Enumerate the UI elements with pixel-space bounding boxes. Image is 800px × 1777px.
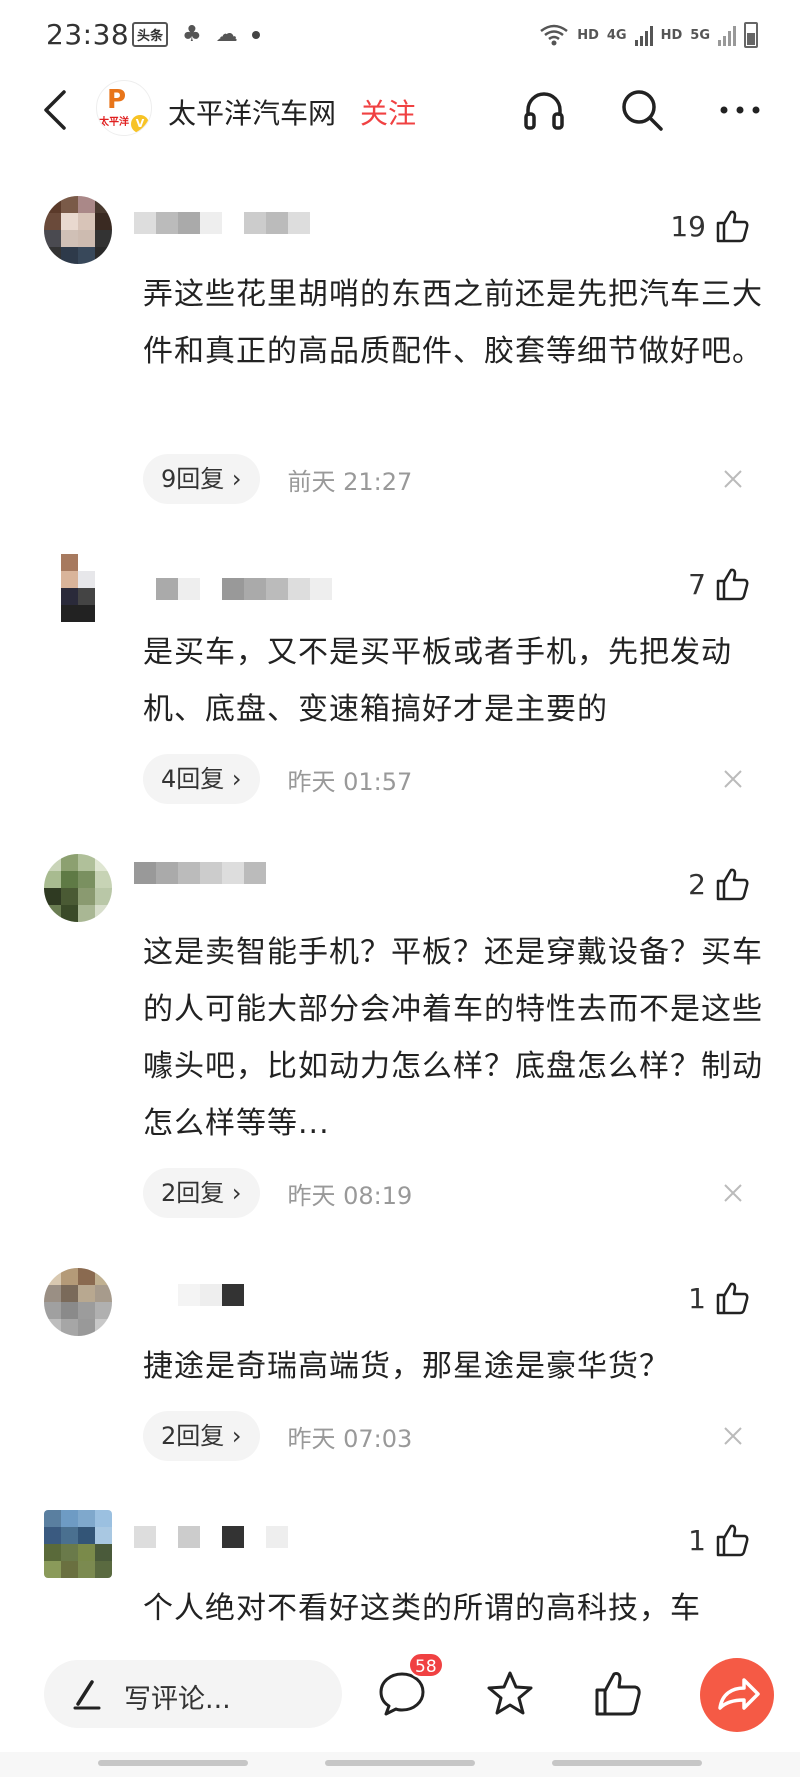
nav-segment-center[interactable] [325, 1760, 475, 1766]
thumbs-up-icon[interactable] [714, 566, 750, 602]
comment-meta: 2回复 › 昨天 08:19 [143, 1168, 412, 1218]
star-favorite-icon[interactable] [484, 1668, 536, 1720]
comment-text: 是买车，又不是买平板或者手机，先把发动机、底盘、变速箱搞好才是主要的 [143, 635, 732, 727]
status-system-icons: HD 4G HD 5G [539, 22, 758, 48]
username-blurred[interactable] [134, 1526, 288, 1552]
like-control[interactable]: 7 [688, 566, 750, 602]
comment-time: 昨天 01:57 [287, 767, 413, 796]
logo-text: 太平洋 [99, 117, 129, 128]
comment-count-badge: 58 [408, 1652, 444, 1678]
comment-time: 昨天 08:19 [287, 1181, 413, 1210]
share-button[interactable] [700, 1658, 774, 1732]
more-notifications-dot-icon [251, 30, 260, 39]
bottom-action-bar: 写评论... 58 [0, 1640, 800, 1750]
share-arrow-icon [718, 1678, 760, 1710]
write-comment-input[interactable]: 写评论... [44, 1660, 342, 1728]
like-control[interactable]: 2 [688, 866, 750, 902]
close-icon[interactable] [722, 468, 744, 490]
username-blurred[interactable] [134, 578, 332, 604]
replies-button[interactable]: 4回复 › [143, 754, 260, 804]
comment-time: 前天 21:27 [287, 467, 413, 496]
replies-button[interactable]: 2回复 › [143, 1168, 260, 1218]
user-avatar[interactable] [44, 1510, 112, 1578]
search-icon[interactable] [618, 86, 666, 134]
thumbs-up-icon[interactable] [714, 1522, 750, 1558]
4g-label: 4G [606, 27, 627, 43]
username-blurred[interactable] [134, 212, 310, 238]
nav-segment-right[interactable] [552, 1760, 702, 1766]
article-header: P 太平洋 V 太平洋汽车网 关注 [0, 70, 800, 150]
battery-icon [744, 22, 758, 48]
user-avatar[interactable] [44, 196, 112, 264]
status-bar: 23:38 头条 ♣ ☁ HD 4G HD 5G [0, 0, 800, 70]
like-count: 19 [670, 209, 706, 243]
comment-text: 捷途是奇瑞高端货，那星途是豪华货？ [143, 1349, 670, 1384]
pen-icon [73, 1680, 101, 1710]
weather-icon: ☁ [215, 21, 238, 47]
comment-meta: 9回复 › 前天 21:27 [143, 454, 412, 504]
hd-label-1: HD [577, 27, 599, 43]
channel-name[interactable]: 太平洋汽车网 [168, 92, 336, 132]
status-notification-icons: 头条 ♣ ☁ [132, 22, 260, 47]
thumbs-up-icon[interactable] [714, 1280, 750, 1316]
channel-avatar[interactable]: P 太平洋 V [96, 80, 152, 136]
like-control[interactable]: 1 [688, 1280, 750, 1316]
thumbs-up-icon[interactable] [714, 866, 750, 902]
like-count: 7 [688, 567, 706, 601]
username-blurred[interactable] [134, 862, 266, 888]
news-app-icon: 头条 [132, 22, 169, 47]
pconline-logo-icon: P [107, 85, 127, 115]
like-control[interactable]: 1 [688, 1522, 750, 1558]
close-icon[interactable] [722, 768, 744, 790]
comment-text: 个人绝对不看好这类的所谓的高科技，车 [143, 1591, 701, 1626]
user-avatar[interactable] [44, 854, 112, 922]
hd-label-2: HD [660, 27, 683, 43]
user-avatar[interactable] [44, 554, 112, 622]
user-avatar[interactable] [44, 1268, 112, 1336]
comment-meta: 2回复 › 昨天 07:03 [143, 1411, 412, 1461]
like-count: 1 [688, 1281, 706, 1315]
headphones-icon[interactable] [520, 86, 568, 134]
wifi-icon [540, 24, 568, 46]
system-navigation-bar [0, 1752, 800, 1777]
close-icon[interactable] [722, 1182, 744, 1204]
nav-segment-left[interactable] [98, 1760, 248, 1766]
like-count: 1 [688, 1523, 706, 1557]
more-icon[interactable] [716, 86, 764, 134]
signal-icon-2 [718, 24, 736, 46]
verified-badge-icon: V [131, 115, 149, 133]
follow-button[interactable]: 关注 [360, 92, 416, 132]
comment-text: 这是卖智能手机？平板？还是穿戴设备？买车的人可能大部分会冲着车的特性去而不是这些… [143, 935, 763, 1141]
thumbs-up-icon[interactable] [714, 208, 750, 244]
status-time: 23:38 [46, 18, 130, 51]
replies-button[interactable]: 2回复 › [143, 1411, 260, 1461]
5g-label: 5G [690, 27, 710, 43]
close-icon[interactable] [722, 1425, 744, 1447]
like-count: 2 [688, 867, 706, 901]
write-comment-placeholder: 写评论... [124, 1684, 231, 1715]
replies-button[interactable]: 9回复 › [143, 454, 260, 504]
back-arrow-icon[interactable] [36, 88, 76, 132]
comment-meta: 4回复 › 昨天 01:57 [143, 754, 412, 804]
comment-time: 昨天 07:03 [287, 1424, 413, 1453]
app-notification-icon: ♣ [182, 21, 202, 47]
signal-icon [634, 24, 653, 46]
like-article-icon[interactable] [592, 1668, 644, 1720]
username-blurred[interactable] [134, 1284, 244, 1310]
comment-text: 弄这些花里胡哨的东西之前还是先把汽车三大件和真正的高品质配件、胶套等细节做好吧。 [143, 277, 763, 369]
like-control[interactable]: 19 [670, 208, 750, 244]
